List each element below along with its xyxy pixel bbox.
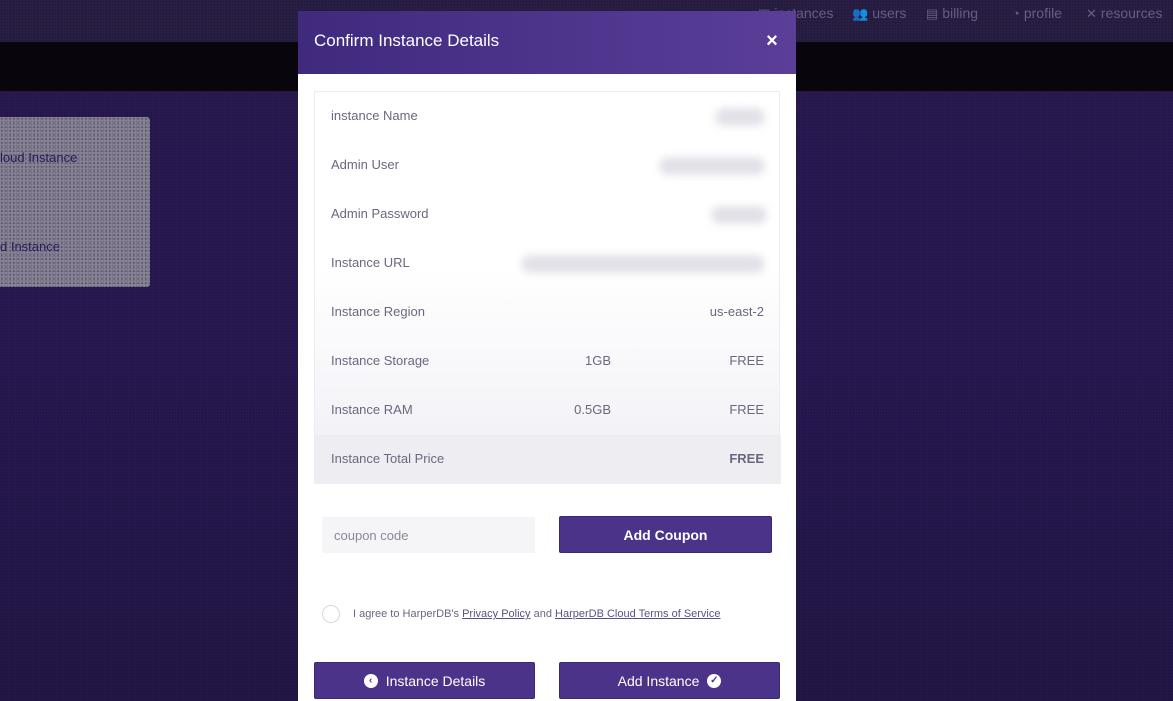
redacted-value (521, 255, 765, 273)
agree-terms-text: I agree to HarperDB's Privacy Policy and… (353, 608, 721, 620)
nav-item-resources[interactable]: ✕ resources (1086, 4, 1162, 22)
button-label: Add Instance (617, 672, 700, 689)
row-label: Instance Total Price (331, 451, 445, 466)
agree-terms-radio[interactable] (322, 605, 340, 623)
row-admin-user: Admin User (315, 141, 781, 190)
nav-item-label: profile (1023, 5, 1062, 21)
user-icon: ◔ (1012, 6, 1020, 21)
row-value: FREE (729, 402, 764, 417)
confirm-instance-modal: Confirm Instance Details × instance Name… (298, 11, 796, 701)
row-admin-password: Admin Password (315, 190, 781, 239)
row-amount: 1GB (584, 353, 611, 368)
agree-prefix: I agree to HarperDB's (353, 608, 463, 620)
nav-item-label: billing (942, 5, 979, 21)
nav-item-profile[interactable]: ◔ profile (1012, 4, 1062, 22)
instance-type-card[interactable]: loud Instance d Instance (0, 117, 150, 287)
nav-item-label: resources (1100, 5, 1163, 21)
row-label: Instance Storage (331, 353, 430, 368)
add-instance-button[interactable]: Add Instance ✓ (559, 662, 780, 699)
nav-item-billing[interactable]: ▤ billing (926, 4, 978, 22)
tools-icon: ✕ (1086, 6, 1097, 21)
users-icon: 👥 (852, 6, 869, 21)
row-label: instance Name (331, 108, 418, 123)
agree-middle: and (530, 608, 556, 620)
row-total-price: Instance Total Price FREE (315, 435, 781, 484)
button-label: Add Coupon (623, 526, 708, 543)
row-value: FREE (729, 353, 764, 368)
row-instance-storage: Instance Storage 1GB FREE (315, 337, 781, 386)
row-amount: 0.5GB (574, 402, 611, 417)
row-label: Instance RAM (331, 402, 413, 417)
billing-icon: ▤ (926, 6, 939, 21)
row-instance-region: Instance Region us-east-2 (315, 288, 781, 337)
coupon-code-input[interactable] (322, 517, 535, 553)
row-value: FREE (729, 451, 764, 466)
modal-header: Confirm Instance Details × (298, 11, 796, 74)
row-instance-url: Instance URL (315, 239, 781, 288)
card-option-cloud[interactable]: loud Instance (0, 150, 77, 165)
redacted-value (715, 108, 765, 126)
nav-item-label: users (872, 5, 907, 21)
modal-title: Confirm Instance Details (314, 31, 500, 50)
redacted-value (711, 206, 767, 224)
chevron-left-icon: ‹ (363, 673, 378, 688)
row-label: Instance Region (331, 304, 425, 319)
terms-of-service-link[interactable]: HarperDB Cloud Terms of Service (555, 608, 720, 620)
redacted-value (659, 157, 765, 175)
instance-details-table: instance Name Admin User Admin Password … (314, 91, 781, 484)
instance-details-button[interactable]: ‹ Instance Details (314, 662, 535, 699)
check-circle-icon: ✓ (707, 673, 722, 688)
row-value: us-east-2 (709, 304, 764, 319)
row-instance-ram: Instance RAM 0.5GB FREE (315, 386, 781, 435)
row-label: Admin User (331, 157, 399, 172)
card-option-local[interactable]: d Instance (0, 239, 60, 254)
nav-item-users[interactable]: 👥 users (852, 4, 906, 22)
button-label: Instance Details (385, 672, 486, 689)
row-instance-name: instance Name (315, 92, 781, 141)
close-icon[interactable]: × (760, 29, 784, 53)
row-label: Instance URL (331, 255, 410, 270)
privacy-policy-link[interactable]: Privacy Policy (462, 608, 530, 620)
add-coupon-button[interactable]: Add Coupon (559, 516, 772, 553)
row-label: Admin Password (331, 206, 429, 221)
